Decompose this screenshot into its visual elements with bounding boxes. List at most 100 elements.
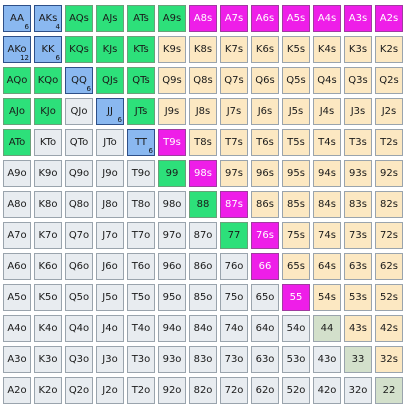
hand-cell-ato[interactable]: ATo	[3, 129, 31, 156]
hand-cell-k8s[interactable]: K8s	[189, 36, 217, 63]
hand-cell-q7s[interactable]: Q7s	[220, 67, 248, 94]
hand-cell-q3o[interactable]: Q3o	[65, 346, 93, 373]
hand-cell-qts[interactable]: QTs	[127, 67, 155, 94]
hand-cell-jj[interactable]: JJ 6	[96, 98, 124, 125]
hand-cell-j7s[interactable]: J7s	[220, 98, 248, 125]
hand-cell-54s[interactable]: 54s	[313, 284, 341, 311]
hand-cell-a5o[interactable]: A5o	[3, 284, 31, 311]
hand-cell-52o[interactable]: 52o	[282, 377, 310, 404]
hand-cell-ako[interactable]: AKo 12	[3, 36, 31, 63]
hand-cell-k3s[interactable]: K3s	[344, 36, 372, 63]
hand-cell-j4s[interactable]: J4s	[313, 98, 341, 125]
hand-cell-73o[interactable]: 73o	[220, 346, 248, 373]
hand-cell-t3o[interactable]: T3o	[127, 346, 155, 373]
hand-cell-a4s[interactable]: A4s	[313, 5, 341, 32]
hand-cell-j5s[interactable]: J5s	[282, 98, 310, 125]
hand-cell-73s[interactable]: 73s	[344, 222, 372, 249]
hand-cell-95s[interactable]: 95s	[282, 160, 310, 187]
hand-cell-aqo[interactable]: AQo	[3, 67, 31, 94]
hand-cell-64s[interactable]: 64s	[313, 253, 341, 280]
hand-cell-94o[interactable]: 94o	[158, 315, 186, 342]
hand-cell-65s[interactable]: 65s	[282, 253, 310, 280]
hand-cell-83o[interactable]: 83o	[189, 346, 217, 373]
hand-cell-k2s[interactable]: K2s	[375, 36, 403, 63]
hand-cell-k3o[interactable]: K3o	[34, 346, 62, 373]
hand-cell-kk[interactable]: KK 6	[34, 36, 62, 63]
hand-cell-86o[interactable]: 86o	[189, 253, 217, 280]
hand-cell-82o[interactable]: 82o	[189, 377, 217, 404]
hand-cell-32o[interactable]: 32o	[344, 377, 372, 404]
hand-cell-92o[interactable]: 92o	[158, 377, 186, 404]
hand-cell-j8o[interactable]: J8o	[96, 191, 124, 218]
hand-cell-kqs[interactable]: KQs	[65, 36, 93, 63]
hand-cell-53o[interactable]: 53o	[282, 346, 310, 373]
hand-cell-aa[interactable]: AA 6	[3, 5, 31, 32]
hand-cell-q8s[interactable]: Q8s	[189, 67, 217, 94]
hand-cell-33[interactable]: 33	[344, 346, 372, 373]
hand-cell-62o[interactable]: 62o	[251, 377, 279, 404]
hand-cell-84s[interactable]: 84s	[313, 191, 341, 218]
hand-cell-k6s[interactable]: K6s	[251, 36, 279, 63]
hand-cell-k5s[interactable]: K5s	[282, 36, 310, 63]
hand-cell-t5s[interactable]: T5s	[282, 129, 310, 156]
hand-cell-82s[interactable]: 82s	[375, 191, 403, 218]
hand-cell-92s[interactable]: 92s	[375, 160, 403, 187]
hand-cell-42o[interactable]: 42o	[313, 377, 341, 404]
hand-cell-qto[interactable]: QTo	[65, 129, 93, 156]
hand-cell-q4o[interactable]: Q4o	[65, 315, 93, 342]
hand-cell-qjs[interactable]: QJs	[96, 67, 124, 94]
hand-cell-85s[interactable]: 85s	[282, 191, 310, 218]
hand-cell-q6s[interactable]: Q6s	[251, 67, 279, 94]
hand-cell-44[interactable]: 44	[313, 315, 341, 342]
hand-cell-j4o[interactable]: J4o	[96, 315, 124, 342]
hand-cell-q7o[interactable]: Q7o	[65, 222, 93, 249]
hand-cell-kqo[interactable]: KQo	[34, 67, 62, 94]
hand-cell-76o[interactable]: 76o	[220, 253, 248, 280]
hand-cell-j6o[interactable]: J6o	[96, 253, 124, 280]
hand-cell-a8s[interactable]: A8s	[189, 5, 217, 32]
hand-cell-98s[interactable]: 98s	[189, 160, 217, 187]
hand-cell-75s[interactable]: 75s	[282, 222, 310, 249]
hand-cell-t7s[interactable]: T7s	[220, 129, 248, 156]
hand-cell-ajo[interactable]: AJo	[3, 98, 31, 125]
hand-cell-jto[interactable]: JTo	[96, 129, 124, 156]
hand-cell-22[interactable]: 22	[375, 377, 403, 404]
hand-cell-83s[interactable]: 83s	[344, 191, 372, 218]
hand-cell-q9o[interactable]: Q9o	[65, 160, 93, 187]
hand-cell-a8o[interactable]: A8o	[3, 191, 31, 218]
hand-cell-t4o[interactable]: T4o	[127, 315, 155, 342]
hand-cell-q5s[interactable]: Q5s	[282, 67, 310, 94]
hand-cell-42s[interactable]: 42s	[375, 315, 403, 342]
hand-cell-32s[interactable]: 32s	[375, 346, 403, 373]
hand-cell-64o[interactable]: 64o	[251, 315, 279, 342]
hand-cell-96s[interactable]: 96s	[251, 160, 279, 187]
hand-cell-j3o[interactable]: J3o	[96, 346, 124, 373]
hand-cell-a3o[interactable]: A3o	[3, 346, 31, 373]
hand-cell-k6o[interactable]: K6o	[34, 253, 62, 280]
hand-cell-54o[interactable]: 54o	[282, 315, 310, 342]
hand-cell-ajs[interactable]: AJs	[96, 5, 124, 32]
hand-cell-kto[interactable]: KTo	[34, 129, 62, 156]
hand-cell-98o[interactable]: 98o	[158, 191, 186, 218]
hand-cell-j5o[interactable]: J5o	[96, 284, 124, 311]
hand-cell-66[interactable]: 66	[251, 253, 279, 280]
hand-cell-q6o[interactable]: Q6o	[65, 253, 93, 280]
hand-cell-k9s[interactable]: K9s	[158, 36, 186, 63]
hand-cell-74s[interactable]: 74s	[313, 222, 341, 249]
hand-cell-62s[interactable]: 62s	[375, 253, 403, 280]
hand-cell-kjs[interactable]: KJs	[96, 36, 124, 63]
hand-cell-t7o[interactable]: T7o	[127, 222, 155, 249]
hand-cell-j9s[interactable]: J9s	[158, 98, 186, 125]
hand-cell-63o[interactable]: 63o	[251, 346, 279, 373]
hand-cell-53s[interactable]: 53s	[344, 284, 372, 311]
hand-cell-a9o[interactable]: A9o	[3, 160, 31, 187]
hand-cell-k4o[interactable]: K4o	[34, 315, 62, 342]
hand-cell-a2o[interactable]: A2o	[3, 377, 31, 404]
hand-cell-tt[interactable]: TT 6	[127, 129, 155, 156]
hand-cell-95o[interactable]: 95o	[158, 284, 186, 311]
hand-cell-t6s[interactable]: T6s	[251, 129, 279, 156]
hand-cell-55[interactable]: 55	[282, 284, 310, 311]
hand-cell-88[interactable]: 88	[189, 191, 217, 218]
hand-cell-84o[interactable]: 84o	[189, 315, 217, 342]
hand-cell-76s[interactable]: 76s	[251, 222, 279, 249]
